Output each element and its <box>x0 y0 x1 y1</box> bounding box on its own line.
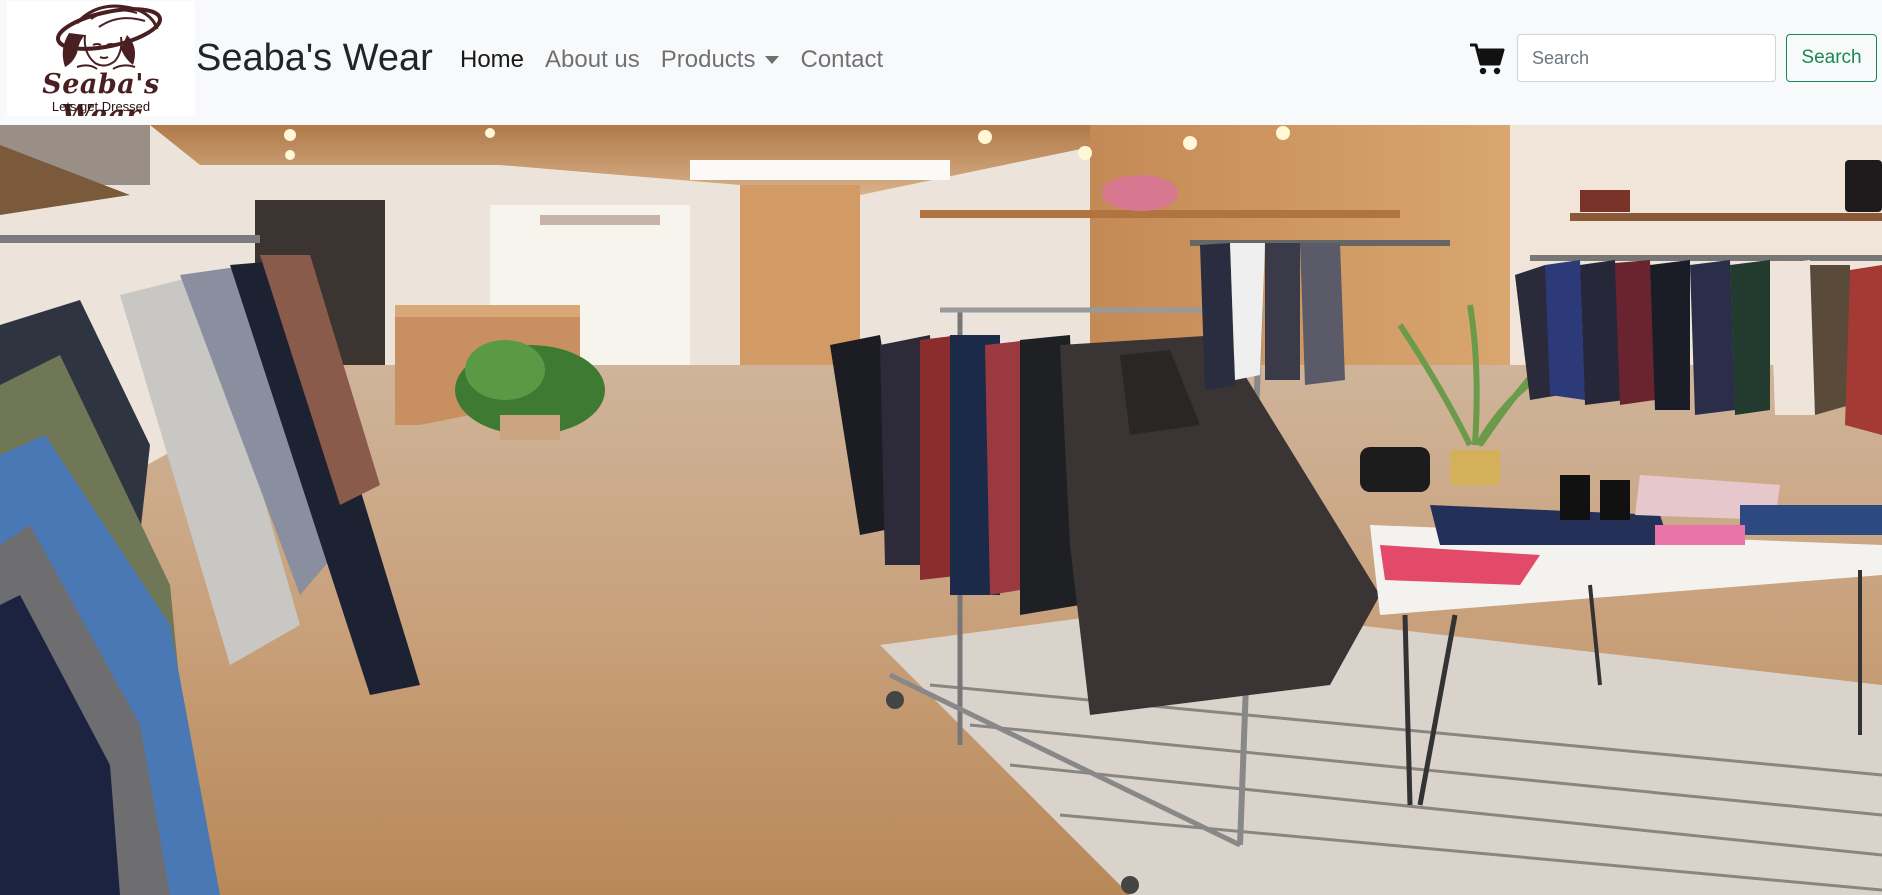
nav-item-home-label: Home <box>460 46 525 73</box>
search-input[interactable] <box>1517 34 1776 82</box>
navbar: Seaba's Wear Lets get Dressed Seaba's We… <box>0 0 1882 125</box>
brand-title[interactable]: Seaba's Wear <box>196 33 433 83</box>
shopping-cart-icon[interactable] <box>1469 42 1505 76</box>
nav-item-products-label: Products <box>660 46 756 73</box>
search-button[interactable]: Search <box>1786 34 1877 82</box>
store-interior-illustration <box>0 125 1882 895</box>
brand-logo[interactable]: Seaba's Wear Lets get Dressed <box>7 1 195 116</box>
nav-item-home[interactable]: Home <box>460 46 524 74</box>
main-nav: Home About us Products Contact <box>460 40 904 80</box>
nav-item-about-us-label: About us <box>545 46 640 73</box>
caret-down-icon <box>765 56 780 64</box>
nav-item-contact-label: Contact <box>800 46 884 73</box>
logo-tagline: Lets get Dressed <box>51 99 151 114</box>
nav-item-about-us[interactable]: About us <box>545 46 640 74</box>
hero-image-clothing-store <box>0 125 1882 895</box>
nav-item-products-dropdown[interactable]: Products <box>661 46 780 74</box>
nav-item-contact[interactable]: Contact <box>800 46 883 74</box>
